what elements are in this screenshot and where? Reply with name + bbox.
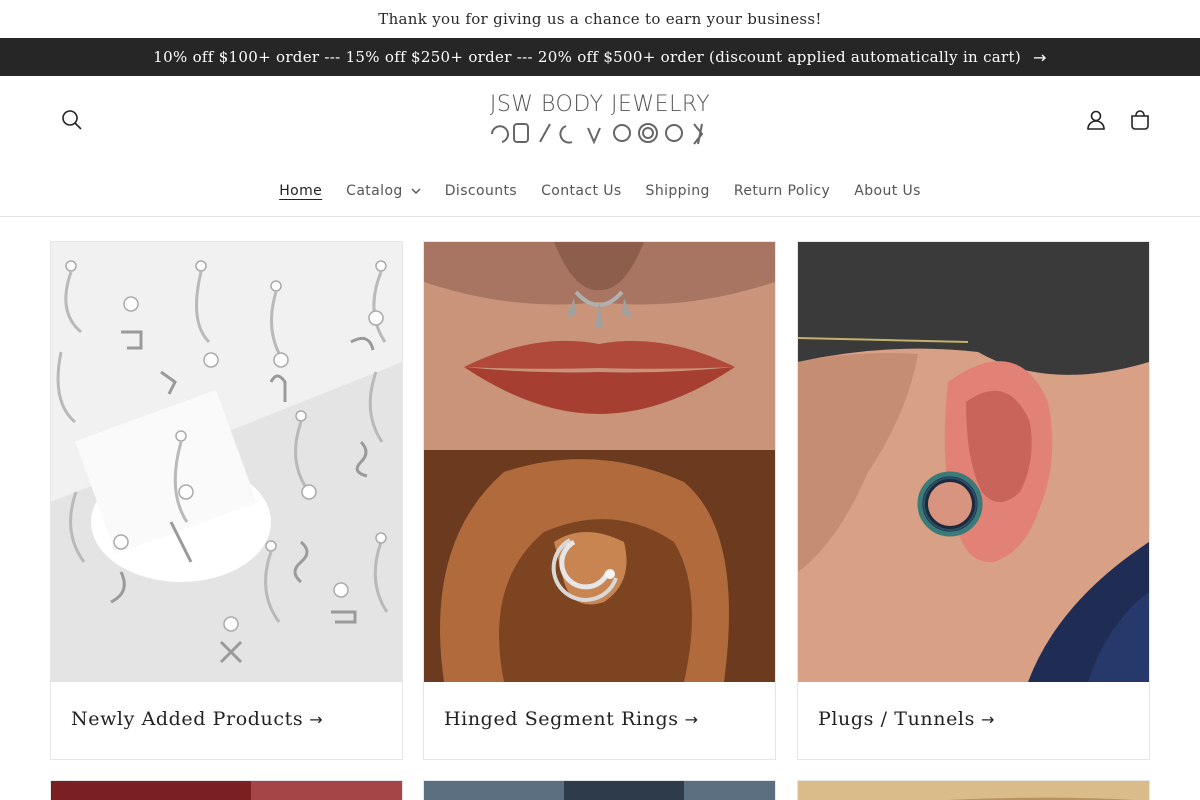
site-header: JSW BODY JEWELRY Home Catalog Discounts … [0,76,1200,217]
nav-item-shipping[interactable]: Shipping [634,183,722,199]
nav-item-catalog[interactable]: Catalog [334,183,433,199]
collection-card-plugs-tunnels[interactable]: Plugs / Tunnels → [797,241,1150,760]
cart-button[interactable] [1120,100,1160,140]
arrow-right-icon: → [980,710,995,729]
collection-image-hinged-segment-rings [424,242,775,682]
collection-title-hinged-segment-rings[interactable]: Hinged Segment Rings → [444,708,699,730]
nav-item-return-policy[interactable]: Return Policy [722,183,842,199]
nav-item-label: Catalog [346,183,403,199]
collection-card-next-3[interactable] [797,780,1150,800]
collection-title-text: Plugs / Tunnels [818,708,975,730]
account-icon [1087,110,1105,130]
arrow-right-icon: → [309,710,324,729]
promo-text[interactable]: 10% off $100+ order --- 15% off $250+ or… [153,48,1021,66]
collection-card-next-1[interactable] [50,780,403,800]
collection-title-newly-added[interactable]: Newly Added Products → [71,708,323,730]
nav-item-contact-us[interactable]: Contact Us [529,183,633,199]
logo-jewelry-icons [480,118,720,146]
arrow-right-icon: → [684,710,699,729]
collection-image-plugs-tunnels [798,242,1149,682]
collection-title-text: Newly Added Products [71,708,304,730]
site-logo[interactable]: JSW BODY JEWELRY [480,92,720,148]
collection-card-newly-added[interactable]: Newly Added Products → [50,241,403,760]
collection-card-next-2[interactable] [423,780,776,800]
announcement-message: Thank you for giving us a chance to earn… [0,0,1200,38]
account-button[interactable] [1076,100,1116,140]
arrow-right-icon: → [1033,47,1047,67]
search-icon [62,110,82,130]
collection-card-hinged-segment-rings[interactable]: Hinged Segment Rings → [423,241,776,760]
nav-item-home[interactable]: Home [267,183,334,199]
promo-bar[interactable]: 10% off $100+ order --- 15% off $250+ or… [0,38,1200,76]
main-nav: Home Catalog Discounts Contact Us Shippi… [0,176,1200,206]
search-button[interactable] [52,100,92,140]
collection-title-text: Hinged Segment Rings [444,708,679,730]
chevron-down-icon [411,188,421,194]
collection-image-newly-added [51,242,402,682]
nav-item-about-us[interactable]: About Us [842,183,933,199]
announcement-text: Thank you for giving us a chance to earn… [378,10,822,28]
cart-icon [1131,110,1149,130]
nav-item-discounts[interactable]: Discounts [433,183,529,199]
collection-title-plugs-tunnels[interactable]: Plugs / Tunnels → [818,708,995,730]
logo-text: JSW BODY JEWELRY [489,92,711,117]
